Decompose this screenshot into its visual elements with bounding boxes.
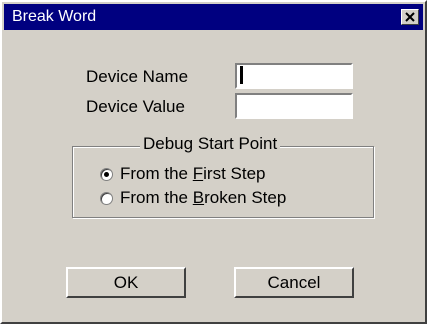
cancel-button[interactable]: Cancel (234, 267, 354, 298)
radio-first-step[interactable]: From the First Step (100, 164, 266, 184)
device-value-input[interactable] (235, 93, 353, 119)
radio-broken-step-label: From the Broken Step (120, 188, 287, 207)
device-name-input[interactable] (235, 63, 353, 89)
radio-broken-step[interactable]: From the Broken Step (100, 188, 286, 208)
ok-button[interactable]: OK (66, 267, 186, 298)
radio-selected-icon[interactable] (100, 167, 113, 181)
close-icon (405, 12, 415, 22)
close-button[interactable] (401, 9, 419, 25)
radio-unselected-icon[interactable] (100, 191, 113, 205)
radio-first-step-label: From the First Step (120, 164, 266, 183)
device-name-label: Device Name (86, 67, 189, 86)
window-title: Break Word (12, 8, 97, 25)
text-cursor (240, 66, 243, 84)
title-bar: Break Word (4, 4, 423, 30)
break-word-dialog: Break Word Device Name Device Value Debu… (0, 0, 427, 324)
device-value-label: Device Value (86, 97, 185, 116)
debug-start-point-title: Debug Start Point (140, 134, 281, 154)
